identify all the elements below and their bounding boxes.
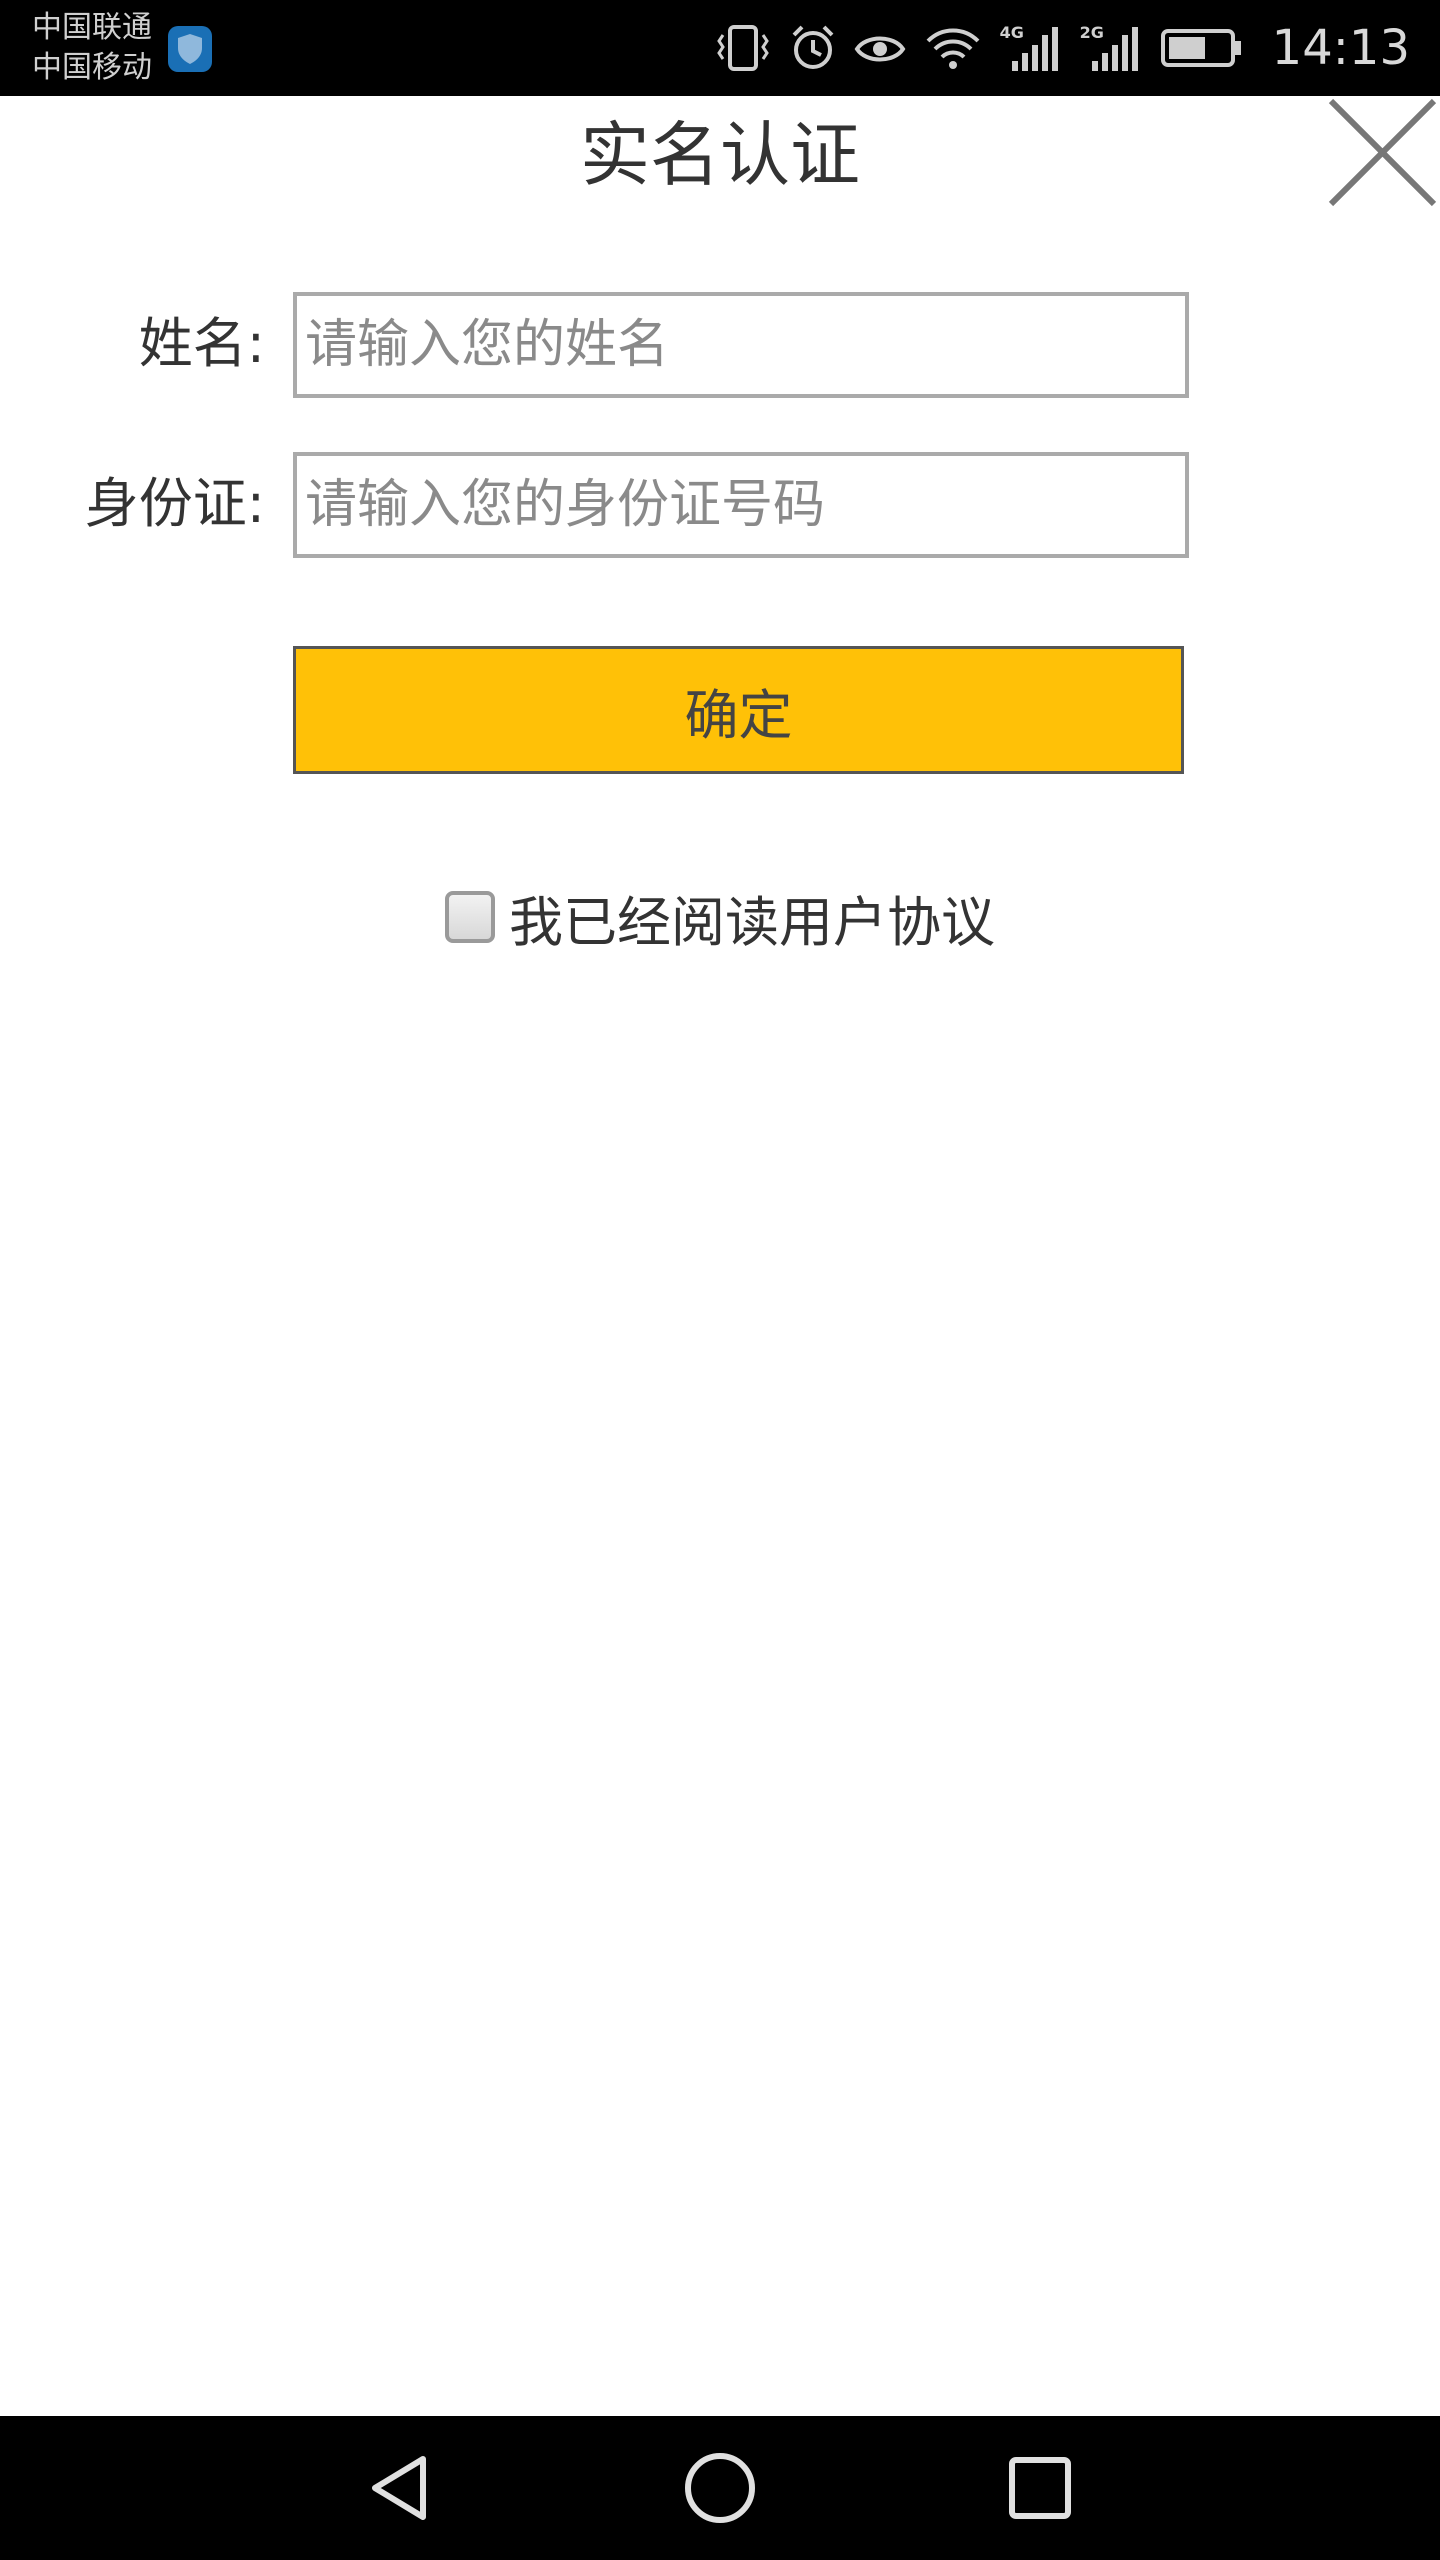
signal-bars-icon	[1011, 27, 1058, 71]
recents-square-icon	[1009, 2457, 1071, 2519]
back-triangle-icon	[372, 2456, 426, 2520]
confirm-button[interactable]: 确定	[293, 646, 1184, 774]
agreement-label: 我已经阅读用户协议	[509, 890, 995, 954]
battery-icon	[1160, 29, 1241, 67]
carrier-2: 中国移动	[32, 50, 152, 85]
security-shield-icon	[168, 26, 212, 72]
home-circle-icon	[685, 2453, 755, 2523]
status-icons: 4G 2G 14:13	[714, 0, 1410, 96]
carrier-info: 中国联通 中国移动	[32, 8, 152, 88]
id-card-label: 身份证:	[84, 472, 265, 535]
recents-button[interactable]	[960, 2416, 1120, 2560]
alarm-icon	[792, 25, 834, 69]
signal-bars-icon	[1091, 27, 1138, 71]
back-button[interactable]	[320, 2416, 480, 2560]
id-card-input[interactable]	[293, 452, 1189, 558]
name-input[interactable]	[293, 292, 1189, 398]
agreement-checkbox[interactable]	[445, 891, 495, 943]
page-title: 实名认证	[580, 114, 860, 196]
home-button[interactable]	[640, 2416, 800, 2560]
status-clock: 14:13	[1271, 20, 1410, 76]
eye-comfort-icon	[854, 36, 906, 62]
status-bar: 中国联通 中国移动 4G 2G 14:13	[0, 0, 1440, 96]
wifi-icon	[926, 28, 980, 69]
navigation-bar	[0, 2416, 1440, 2560]
name-label: 姓名:	[138, 312, 265, 375]
close-icon	[1328, 98, 1437, 207]
signal-2g: 2G	[1080, 23, 1142, 73]
carrier-1: 中国联通	[32, 10, 152, 45]
signal-4g: 4G	[1000, 23, 1062, 73]
vibrate-icon	[716, 25, 769, 71]
agreement-row[interactable]: 我已经阅读用户协议	[445, 882, 995, 954]
screen: 中国联通 中国移动 4G 2G 14:13 实名认证 姓名: 请输入您的姓名 身…	[0, 0, 1440, 2560]
close-button[interactable]	[1325, 95, 1440, 210]
